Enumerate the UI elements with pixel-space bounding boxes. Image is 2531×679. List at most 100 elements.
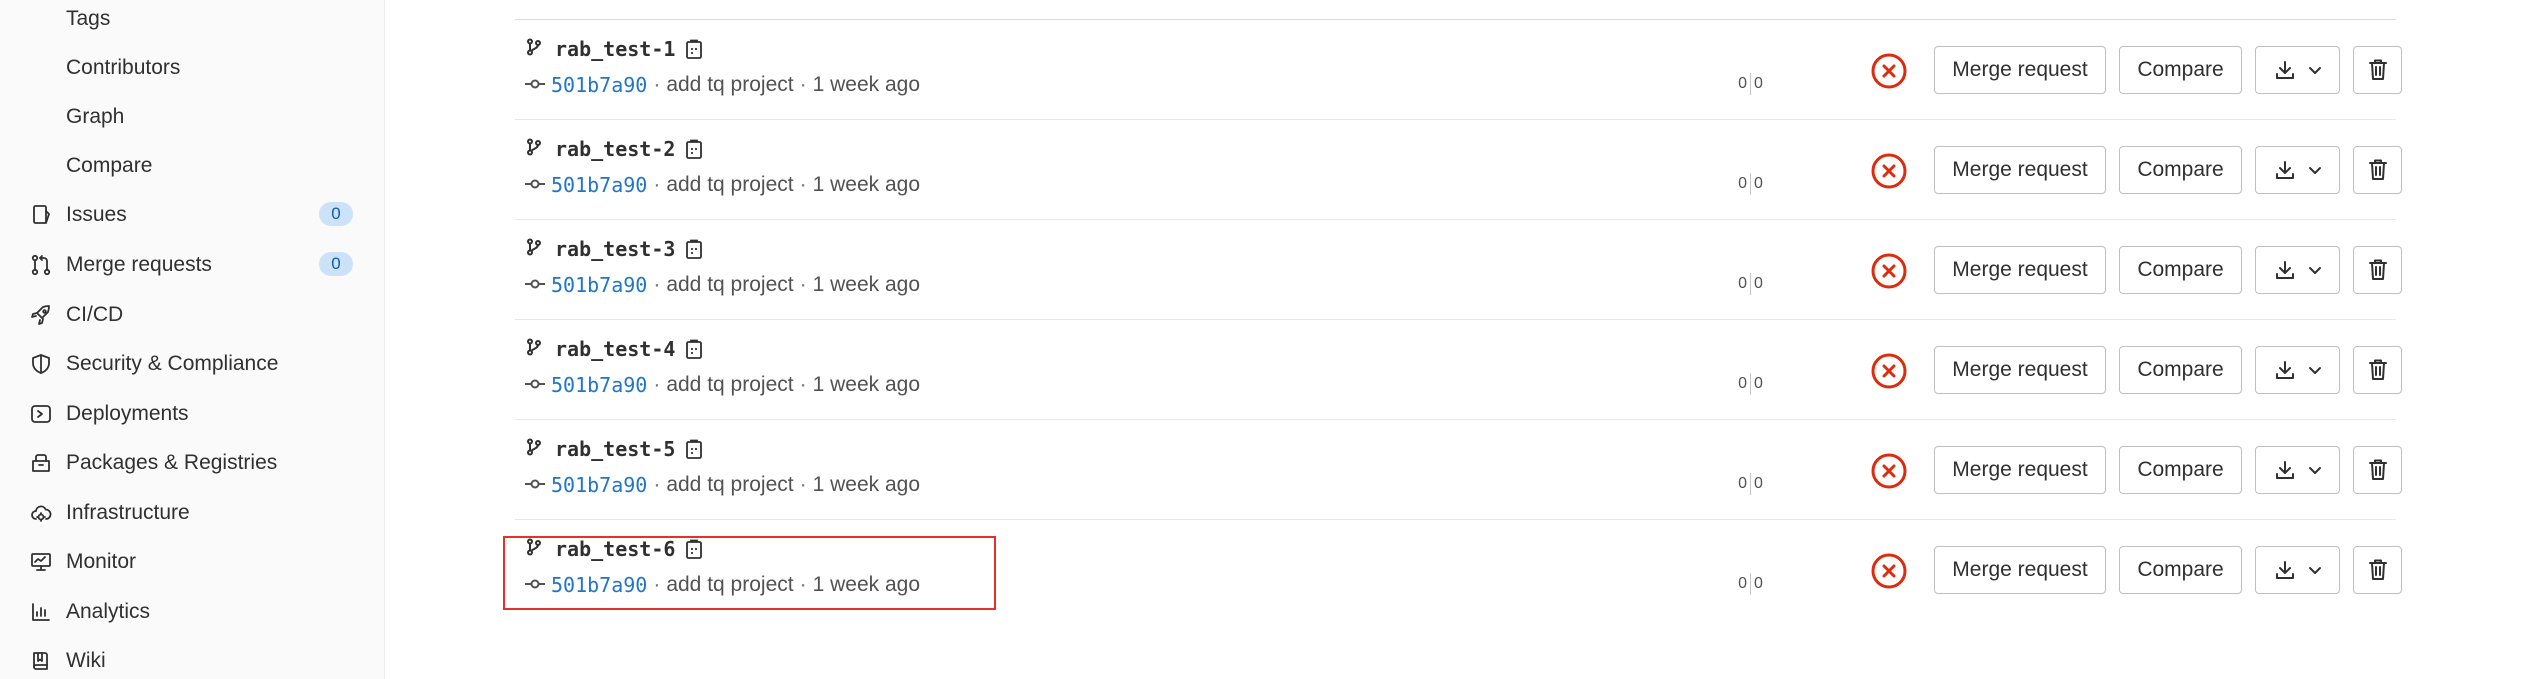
commit-time: 1 week ago: [812, 273, 921, 296]
sidebar-item-tags[interactable]: Tags: [0, 0, 385, 43]
commit-time: 1 week ago: [812, 373, 921, 396]
copy-branch-name-icon[interactable]: [683, 138, 705, 160]
sidebar-item-contributors[interactable]: Contributors: [0, 43, 385, 92]
commit-sha-link[interactable]: 501b7a90: [551, 473, 647, 497]
commit-message-link[interactable]: add tq project: [666, 273, 793, 297]
pipeline-failed-icon[interactable]: [1870, 252, 1908, 290]
sidebar-item-ci-cd[interactable]: CI/CD: [0, 290, 385, 339]
branch-name-link[interactable]: rab_test-2: [555, 137, 675, 161]
sidebar-item-compare[interactable]: Compare: [0, 141, 385, 190]
compare-button[interactable]: Compare: [2119, 46, 2242, 94]
sidebar-item-deployments[interactable]: Deployments: [0, 389, 385, 438]
sidebar-item-security-compliance[interactable]: Security & Compliance: [0, 339, 385, 388]
merge-request-button[interactable]: Merge request: [1934, 446, 2106, 494]
sidebar-item-packages-registries[interactable]: Packages & Registries: [0, 438, 385, 487]
sidebar-item-infrastructure[interactable]: Infrastructure: [0, 488, 385, 537]
commit-message-link[interactable]: add tq project: [666, 173, 793, 197]
merge-request-button[interactable]: Merge request: [1934, 346, 2106, 394]
download-icon: [2274, 559, 2296, 581]
branch-row: rab_test-1 501b7a90 · add tq project · 1…: [515, 20, 2402, 120]
copy-branch-name-icon[interactable]: [683, 238, 705, 260]
pipeline-failed-icon[interactable]: [1870, 152, 1908, 190]
commit-message-link[interactable]: add tq project: [666, 473, 793, 497]
branch-name-link[interactable]: rab_test-5: [555, 437, 675, 461]
copy-branch-name-icon[interactable]: [683, 438, 705, 460]
branch-icon: [525, 538, 543, 561]
sidebar-item-label: Tags: [66, 6, 111, 30]
compare-button[interactable]: Compare: [2119, 346, 2242, 394]
download-dropdown-button[interactable]: [2255, 546, 2340, 594]
branch-row: rab_test-4 501b7a90 · add tq project · 1…: [515, 320, 2402, 420]
branch-name-link[interactable]: rab_test-6: [555, 537, 675, 561]
delete-branch-button[interactable]: [2353, 46, 2402, 94]
branch-icon: [525, 238, 543, 261]
merge-request-button[interactable]: Merge request: [1934, 146, 2106, 194]
delete-branch-button[interactable]: [2353, 346, 2402, 394]
sidebar-item-graph[interactable]: Graph: [0, 92, 385, 141]
commit-icon: [525, 473, 545, 497]
branch-name-link[interactable]: rab_test-4: [555, 337, 675, 361]
download-dropdown-button[interactable]: [2255, 146, 2340, 194]
sidebar-item-merge-requests[interactable]: Merge requests 0: [0, 240, 385, 289]
pipeline-failed-icon[interactable]: [1870, 452, 1908, 490]
commit-line: 501b7a90 · add tq project · 1 week ago: [525, 270, 920, 300]
commit-icon: [525, 573, 545, 597]
copy-branch-name-icon[interactable]: [683, 338, 705, 360]
download-dropdown-button[interactable]: [2255, 346, 2340, 394]
commit-icon: [525, 273, 545, 297]
copy-branch-name-icon[interactable]: [683, 538, 705, 560]
compare-button[interactable]: Compare: [2119, 246, 2242, 294]
sidebar-item-analytics[interactable]: Analytics: [0, 587, 385, 636]
commit-time: 1 week ago: [812, 573, 921, 596]
separator: ·: [653, 273, 661, 296]
branch-row: rab_test-5 501b7a90 · add tq project · 1…: [515, 420, 2402, 520]
trash-icon: [2367, 358, 2389, 382]
commit-sha-link[interactable]: 501b7a90: [551, 573, 647, 597]
download-dropdown-button[interactable]: [2255, 446, 2340, 494]
chevron-down-icon: [2308, 563, 2322, 577]
trash-icon: [2367, 58, 2389, 82]
commit-sha-link[interactable]: 501b7a90: [551, 173, 647, 197]
branch-name-link[interactable]: rab_test-1: [555, 37, 675, 61]
delete-branch-button[interactable]: [2353, 146, 2402, 194]
sidebar-item-label: Wiki: [66, 648, 106, 672]
divergence-graph: 0 0: [1732, 272, 1772, 296]
separator: ·: [653, 373, 661, 396]
commit-line: 501b7a90 · add tq project · 1 week ago: [525, 370, 920, 400]
sidebar-item-label: CI/CD: [66, 302, 124, 326]
separator: ·: [799, 173, 807, 196]
sidebar-item-wiki[interactable]: Wiki: [0, 636, 385, 679]
compare-button[interactable]: Compare: [2119, 146, 2242, 194]
package-icon: [28, 450, 54, 476]
merge-request-icon: [28, 252, 54, 278]
deployments-icon: [28, 401, 54, 427]
download-icon: [2274, 459, 2296, 481]
branch-name-link[interactable]: rab_test-3: [555, 237, 675, 261]
download-dropdown-button[interactable]: [2255, 246, 2340, 294]
commit-sha-link[interactable]: 501b7a90: [551, 73, 647, 97]
trash-icon: [2367, 258, 2389, 282]
merge-request-button[interactable]: Merge request: [1934, 246, 2106, 294]
separator: ·: [799, 273, 807, 296]
pipeline-failed-icon[interactable]: [1870, 552, 1908, 590]
sidebar-item-issues[interactable]: Issues 0: [0, 190, 385, 239]
commit-message-link[interactable]: add tq project: [666, 373, 793, 397]
divergence-graph: 0 0: [1732, 72, 1772, 96]
commit-message-link[interactable]: add tq project: [666, 573, 793, 597]
sidebar-item-monitor[interactable]: Monitor: [0, 537, 385, 586]
delete-branch-button[interactable]: [2353, 246, 2402, 294]
pipeline-failed-icon[interactable]: [1870, 352, 1908, 390]
delete-branch-button[interactable]: [2353, 546, 2402, 594]
pipeline-failed-icon[interactable]: [1870, 52, 1908, 90]
merge-request-button[interactable]: Merge request: [1934, 46, 2106, 94]
commit-sha-link[interactable]: 501b7a90: [551, 373, 647, 397]
compare-button[interactable]: Compare: [2119, 446, 2242, 494]
commit-sha-link[interactable]: 501b7a90: [551, 273, 647, 297]
copy-branch-name-icon[interactable]: [683, 38, 705, 60]
compare-button[interactable]: Compare: [2119, 546, 2242, 594]
commit-message-link[interactable]: add tq project: [666, 73, 793, 97]
download-dropdown-button[interactable]: [2255, 46, 2340, 94]
commits-ahead: 0: [1754, 375, 1763, 392]
merge-request-button[interactable]: Merge request: [1934, 546, 2106, 594]
delete-branch-button[interactable]: [2353, 446, 2402, 494]
